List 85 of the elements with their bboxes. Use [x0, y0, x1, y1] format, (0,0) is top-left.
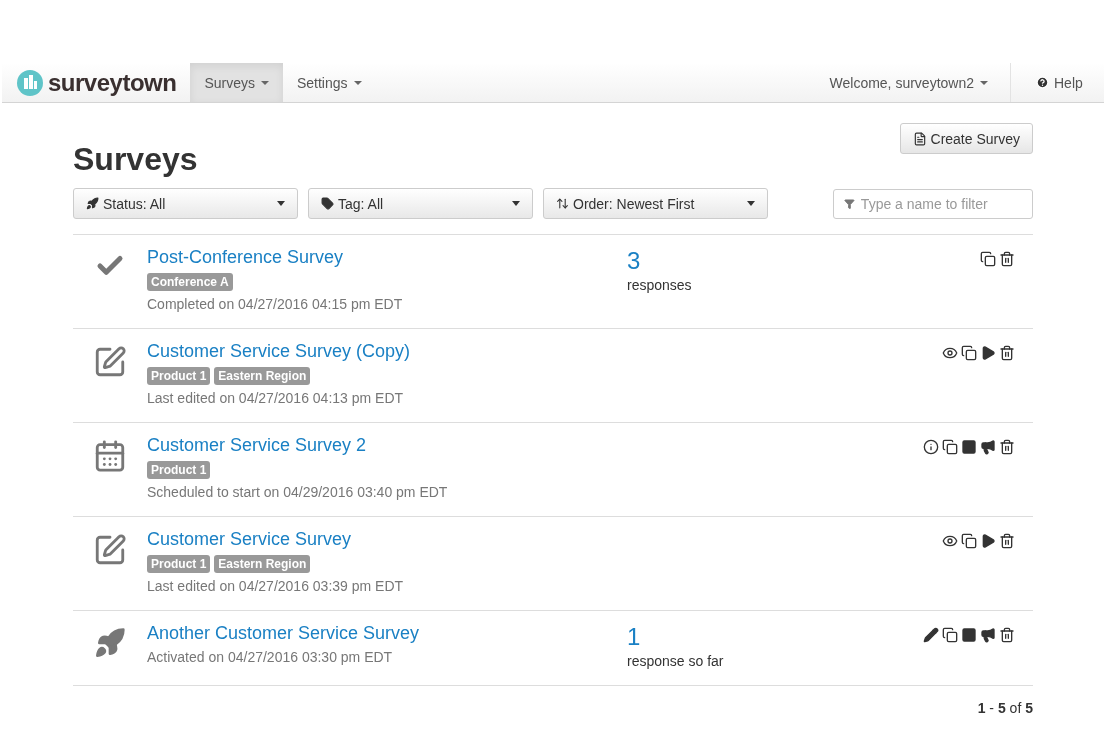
- tag-label: Product 1: [147, 367, 211, 385]
- caret-icon: [512, 201, 520, 206]
- pagination-text: 1 - 5 of 5: [977, 700, 1033, 716]
- megaphone-icon: [980, 627, 996, 643]
- nav-menu[interactable]: Surveys: [190, 63, 283, 102]
- create-survey-button[interactable]: Create Survey: [899, 123, 1033, 154]
- survey-title-link[interactable]: Customer Service Survey 2: [147, 435, 627, 456]
- copy-button[interactable]: [980, 251, 996, 267]
- caret-icon: [747, 201, 755, 206]
- document-icon: [912, 131, 927, 146]
- help-link[interactable]: Help: [1010, 63, 1104, 102]
- info-icon: [923, 439, 939, 455]
- delete-button[interactable]: [999, 439, 1015, 455]
- survey-status-text: Last edited on 04/27/2016 03:39 pm EDT: [147, 578, 405, 594]
- edit-button[interactable]: [923, 627, 939, 643]
- delete-button[interactable]: [999, 627, 1015, 643]
- rocket-icon: [86, 197, 99, 210]
- trash-icon: [999, 439, 1015, 455]
- filter-dropdown[interactable]: Order: Newest First: [543, 188, 768, 219]
- survey-title-link[interactable]: Post-Conference Survey: [147, 247, 627, 268]
- trash-icon: [999, 251, 1015, 267]
- tag-label: Product 1: [147, 555, 211, 573]
- trash-icon: [999, 533, 1015, 549]
- help-icon: [1036, 76, 1049, 89]
- play-button[interactable]: [980, 345, 996, 361]
- caret-icon: [353, 80, 362, 85]
- copy-button[interactable]: [961, 345, 977, 361]
- survey-title-link[interactable]: Customer Service Survey: [147, 529, 627, 550]
- survey-status-text: Completed on 04/27/2016 04:15 pm EDT: [147, 296, 404, 312]
- tag-icon: [321, 197, 334, 210]
- filter-icon: [844, 197, 855, 210]
- stop-icon: [961, 439, 977, 455]
- pencil-icon: [923, 627, 939, 643]
- play-icon: [980, 345, 996, 361]
- response-count[interactable]: 3: [627, 247, 847, 275]
- tag-label: Conference A: [147, 273, 233, 291]
- delete-button[interactable]: [999, 345, 1015, 361]
- copy-icon: [942, 439, 958, 455]
- copy-icon: [980, 251, 996, 267]
- megaphone-icon: [980, 439, 996, 455]
- announce-button[interactable]: [980, 627, 996, 643]
- copy-icon: [961, 533, 977, 549]
- stop-button[interactable]: [961, 627, 977, 643]
- copy-icon: [942, 627, 958, 643]
- brand-name[interactable]: surveytown: [48, 68, 177, 97]
- tag-label: Eastern Region: [214, 555, 311, 573]
- eye-icon: [942, 345, 958, 361]
- info-button[interactable]: [923, 439, 939, 455]
- user-menu[interactable]: Welcome, surveytown2: [815, 63, 1010, 102]
- tag-label: Product 1: [147, 461, 211, 479]
- survey-status-text: Scheduled to start on 04/29/2016 03:40 pm EDT: [147, 484, 449, 500]
- name-filter-field[interactable]: Type a name to filter: [833, 188, 1033, 219]
- nav-menu[interactable]: Settings: [282, 63, 376, 102]
- view-button[interactable]: [942, 345, 958, 361]
- filter-dropdown[interactable]: Status: All: [73, 188, 298, 219]
- page-title: Surveys: [73, 141, 198, 178]
- survey-title-link[interactable]: Customer Service Survey (Copy): [147, 341, 627, 362]
- sort-icon: [556, 197, 569, 210]
- play-icon: [980, 533, 996, 549]
- delete-button[interactable]: [999, 251, 1015, 267]
- view-button[interactable]: [942, 533, 958, 549]
- caret-icon: [980, 80, 988, 85]
- response-label: responses: [627, 277, 693, 293]
- trash-icon: [999, 345, 1015, 361]
- stop-button[interactable]: [961, 439, 977, 455]
- eye-icon: [942, 533, 958, 549]
- logo-icon: [16, 68, 44, 97]
- survey-status-text: Last edited on 04/27/2016 04:13 pm EDT: [147, 390, 405, 406]
- announce-button[interactable]: [980, 439, 996, 455]
- copy-button[interactable]: [942, 627, 958, 643]
- stop-icon: [961, 627, 977, 643]
- response-label: response so far: [627, 653, 725, 669]
- filter-dropdown[interactable]: Tag: All: [308, 188, 533, 219]
- copy-button[interactable]: [942, 439, 958, 455]
- survey-status-text: Activated on 04/27/2016 03:30 pm EDT: [147, 649, 394, 665]
- caret-icon: [260, 80, 269, 85]
- survey-title-link[interactable]: Another Customer Service Survey: [147, 623, 627, 644]
- delete-button[interactable]: [999, 533, 1015, 549]
- caret-icon: [277, 201, 285, 206]
- copy-button[interactable]: [961, 533, 977, 549]
- response-count[interactable]: 1: [627, 623, 847, 651]
- copy-icon: [961, 345, 977, 361]
- tag-label: Eastern Region: [214, 367, 311, 385]
- play-button[interactable]: [980, 533, 996, 549]
- trash-icon: [999, 627, 1015, 643]
